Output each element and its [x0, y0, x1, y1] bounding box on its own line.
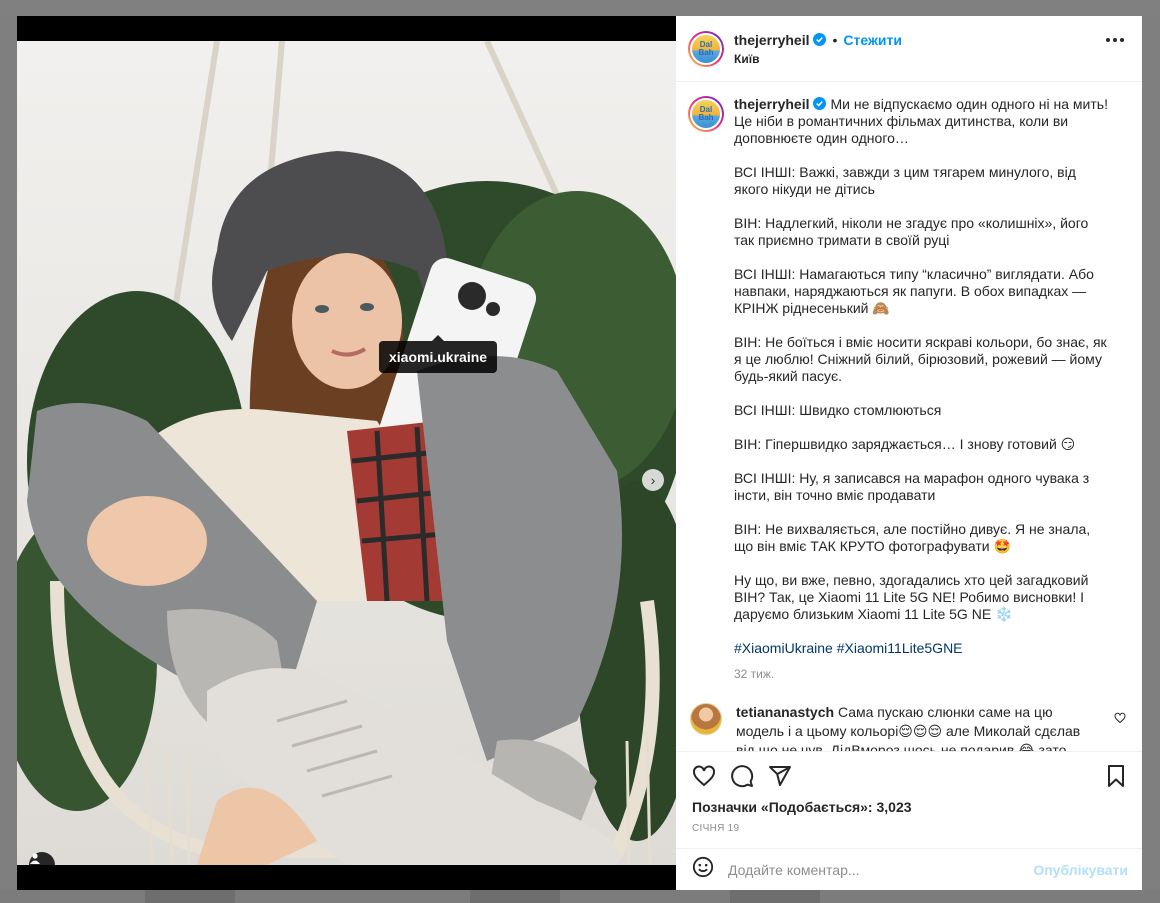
- post-media: xiaomi.ukraine ›: [17, 16, 676, 890]
- verified-badge-icon: [813, 97, 827, 110]
- post-modal: xiaomi.ukraine › Dal Bah thejerryheil • …: [17, 16, 1142, 890]
- next-photo-button[interactable]: ›: [642, 469, 664, 491]
- comment-like-icon[interactable]: [1114, 711, 1126, 729]
- publish-comment-button[interactable]: Опублікувати: [1033, 862, 1128, 878]
- share-icon[interactable]: [768, 764, 792, 788]
- post-header: Dal Bah thejerryheil • Стежити Київ: [676, 16, 1142, 82]
- caption-hashtags[interactable]: #XiaomiUkraine #Xiaomi11Lite5GNE: [734, 640, 1110, 657]
- likes-count[interactable]: Позначки «Подобається»: 3,023: [676, 799, 1142, 815]
- bookmark-icon[interactable]: [1104, 764, 1128, 793]
- comment-item: tetiananastych Сама пускаю слюнки саме н…: [688, 703, 1126, 751]
- background-thumbnail: [730, 890, 820, 903]
- caption: Dal Bah thejerryheil Ми не відпускаємо од…: [688, 96, 1126, 683]
- comments-section: Dal Bah thejerryheil Ми не відпускаємо од…: [676, 82, 1142, 751]
- emoji-icon[interactable]: [692, 856, 714, 883]
- avatar-image: Dal Bah: [690, 98, 722, 130]
- heart-icon[interactable]: [692, 764, 716, 788]
- caption-paragraph: Ну що, ви вже, певно, здогадались хто це…: [734, 572, 1093, 622]
- verified-badge-icon: [813, 33, 827, 46]
- caption-paragraph: ВІН: Надлегкий, ніколи не згадує про «ко…: [734, 215, 1093, 248]
- header-username[interactable]: thejerryheil: [734, 32, 809, 48]
- caption-avatar[interactable]: Dal Bah: [688, 96, 724, 132]
- caption-paragraph: ВІН: Не вихваляється, але постійно дивує…: [734, 521, 1095, 554]
- background-thumbnail: [470, 890, 560, 903]
- post-photo[interactable]: xiaomi.ukraine ›: [17, 41, 676, 865]
- caption-paragraph: ВСІ ІНШІ: Ну, я записався на марафон одн…: [734, 470, 1094, 503]
- post-date[interactable]: січня 19: [676, 815, 1142, 834]
- comment-input[interactable]: [728, 861, 1034, 878]
- caption-paragraph: ВСІ ІНШІ: Важкі, завжди з цим тягарем ми…: [734, 164, 1080, 197]
- photo-illustration: [17, 41, 676, 865]
- background-thumbnail: [145, 890, 235, 903]
- add-comment-bar: Опублікувати: [676, 848, 1142, 890]
- commenter-username[interactable]: tetiananastych: [736, 704, 834, 720]
- caption-paragraph: thejerryheil Ми не відпускаємо один одног…: [734, 96, 1110, 147]
- caption-paragraph: ВІН: Не боїться і вміє носити яскраві ко…: [734, 334, 1111, 384]
- photo-tag-label[interactable]: xiaomi.ukraine: [379, 335, 498, 373]
- avatar[interactable]: Dal Bah: [688, 30, 724, 67]
- caption-paragraph: ВСІ ІНШІ: Швидко стомлюються: [734, 402, 942, 418]
- caption-paragraph: ВІН: Гіпершвидко заряджається… І знову г…: [734, 436, 1076, 452]
- more-icon[interactable]: [1106, 38, 1124, 42]
- commenter-avatar[interactable]: [690, 703, 722, 735]
- post-location[interactable]: Київ: [734, 52, 902, 66]
- caption-timestamp[interactable]: 32 тиж.: [734, 666, 1110, 683]
- post-actions: [676, 751, 1142, 799]
- separator-dot: •: [832, 31, 838, 48]
- caption-paragraph: ВСІ ІНШІ: Намагаються типу “класично” ви…: [734, 266, 1098, 316]
- background-page-top: [0, 0, 1160, 16]
- comment-icon[interactable]: [730, 764, 754, 788]
- post-side-panel: Dal Bah thejerryheil • Стежити Київ Dal …: [676, 16, 1142, 890]
- caption-username[interactable]: thejerryheil: [734, 96, 809, 112]
- avatar-image: Dal Bah: [690, 32, 722, 65]
- follow-button[interactable]: Стежити: [843, 32, 902, 48]
